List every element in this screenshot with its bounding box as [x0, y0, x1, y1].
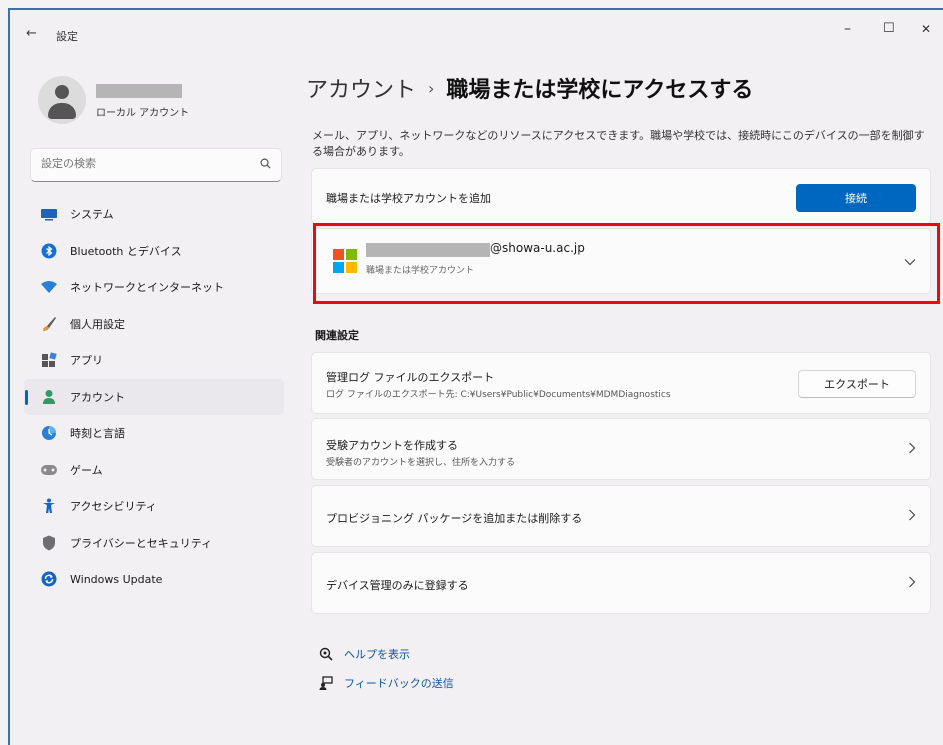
breadcrumb: アカウント › 職場または学校にアクセスする	[306, 72, 753, 104]
chevron-right-icon[interactable]	[908, 442, 916, 458]
page-description: メール、アプリ、ネットワークなどのリソースにアクセスできます。職場や学校では、接…	[312, 129, 925, 158]
help-link[interactable]: ヘルプを表示	[318, 646, 410, 662]
windows-update-icon	[40, 570, 58, 588]
exam-account-desc: 受験者のアカウントを選択し、住所を入力する	[326, 458, 516, 468]
help-icon	[318, 646, 334, 662]
time-language-icon	[40, 424, 58, 442]
sidebar-item-time-language[interactable]: 時刻と言語	[24, 415, 284, 452]
account-type-label: ローカル アカウント	[96, 108, 190, 119]
sidebar-item-gaming[interactable]: ゲーム	[24, 452, 284, 489]
accounts-icon	[40, 388, 58, 406]
sidebar-item-label: ゲーム	[70, 463, 103, 477]
sidebar-item-label: 個人用設定	[70, 317, 125, 331]
feedback-link[interactable]: フィードバックの送信	[318, 675, 454, 691]
accessibility-icon	[40, 497, 58, 515]
account-type: 職場または学校アカウント	[366, 266, 475, 276]
connected-account-card[interactable]: @showa-u.ac.jp 職場または学校アカウント	[311, 228, 931, 294]
sidebar-item-label: Windows Update	[70, 572, 163, 586]
sidebar-item-label: システム	[70, 208, 114, 222]
feedback-icon	[318, 675, 334, 691]
back-arrow-icon[interactable]: ←	[26, 26, 37, 41]
sidebar-item-network[interactable]: ネットワークとインターネット	[24, 269, 284, 306]
breadcrumb-separator: ›	[428, 79, 435, 98]
profile-name-redacted	[96, 84, 182, 98]
search-icon[interactable]	[260, 158, 271, 172]
sidebar-item-accessibility[interactable]: アクセシビリティ	[24, 488, 284, 525]
breadcrumb-root[interactable]: アカウント	[306, 78, 416, 103]
avatar-body	[48, 103, 76, 119]
minimize-button[interactable]: –	[844, 21, 851, 37]
sidebar-item-windows-update[interactable]: Windows Update	[24, 561, 284, 598]
avatar	[38, 76, 86, 124]
feedback-link-text[interactable]: フィードバックの送信	[344, 675, 454, 691]
close-button[interactable]: ✕	[921, 22, 931, 36]
export-logs-title: 管理ログ ファイルのエクスポート	[326, 371, 495, 384]
network-icon	[40, 278, 58, 296]
add-account-label: 職場または学校アカウントを追加	[326, 192, 491, 205]
sidebar-item-accounts[interactable]: アカウント	[24, 378, 284, 415]
mdm-enroll-title: デバイス管理のみに登録する	[326, 579, 469, 592]
apps-icon	[40, 351, 58, 369]
chevron-right-icon[interactable]	[908, 509, 916, 525]
mdm-enroll-card[interactable]: デバイス管理のみに登録する	[311, 552, 931, 614]
sidebar-item-privacy[interactable]: プライバシーとセキュリティ	[24, 525, 284, 562]
avatar-head	[55, 85, 69, 99]
app-title: 設定	[56, 30, 78, 43]
settings-window: ← 設定 – ☐ ✕ ローカル アカウント システム	[8, 8, 943, 745]
provisioning-card[interactable]: プロビジョニング パッケージを追加または削除する	[311, 485, 931, 547]
export-logs-card: 管理ログ ファイルのエクスポート ログ ファイルのエクスポート先: C:¥Use…	[311, 352, 931, 414]
chevron-right-icon[interactable]	[908, 576, 916, 592]
add-account-card: 職場または学校アカウントを追加 接続	[311, 168, 931, 224]
search-input[interactable]	[39, 156, 253, 171]
sidebar-nav: システム Bluetooth とデバイス ネットワークとインターネット 個人用設…	[24, 196, 284, 598]
sidebar-item-label: ネットワークとインターネット	[70, 281, 224, 295]
sidebar-item-label: アプリ	[70, 354, 103, 368]
sidebar-item-label: プライバシーとセキュリティ	[70, 536, 213, 550]
sidebar-item-label: アクセシビリティ	[70, 500, 157, 514]
privacy-icon	[40, 534, 58, 552]
title-bar: ← 設定 – ☐ ✕	[10, 10, 943, 50]
sidebar-item-label: 時刻と言語	[70, 427, 125, 441]
account-domain: @showa-u.ac.jp	[490, 241, 585, 255]
page-title: 職場または学校にアクセスする	[446, 78, 754, 103]
account-name-redacted	[366, 243, 490, 257]
sidebar-item-apps[interactable]: アプリ	[24, 342, 284, 379]
settings-search[interactable]	[30, 148, 282, 182]
sidebar-item-label: Bluetooth とデバイス	[70, 244, 182, 258]
related-settings-title: 関連設定	[315, 329, 359, 342]
connect-button[interactable]: 接続	[796, 184, 916, 212]
microsoft-logo-icon	[333, 249, 357, 273]
exam-account-card[interactable]: 受験アカウントを作成する 受験者のアカウントを選択し、住所を入力する	[311, 418, 931, 480]
sidebar-item-label: アカウント	[70, 390, 125, 404]
bluetooth-icon	[40, 242, 58, 260]
export-logs-desc: ログ ファイルのエクスポート先: C:¥Users¥Public¥Documen…	[326, 390, 671, 400]
export-button[interactable]: エクスポート	[798, 370, 916, 398]
provisioning-title: プロビジョニング パッケージを追加または削除する	[326, 512, 583, 525]
sidebar-item-system[interactable]: システム	[24, 196, 284, 233]
chevron-down-icon[interactable]	[904, 254, 916, 270]
maximize-button[interactable]: ☐	[883, 21, 895, 36]
sidebar-item-personalization[interactable]: 個人用設定	[24, 306, 284, 343]
gaming-icon	[40, 461, 58, 479]
help-link-text[interactable]: ヘルプを表示	[344, 646, 410, 662]
exam-account-title: 受験アカウントを作成する	[326, 439, 458, 452]
personalization-icon	[40, 315, 58, 333]
sidebar-item-bluetooth[interactable]: Bluetooth とデバイス	[24, 233, 284, 270]
system-icon	[40, 205, 58, 223]
